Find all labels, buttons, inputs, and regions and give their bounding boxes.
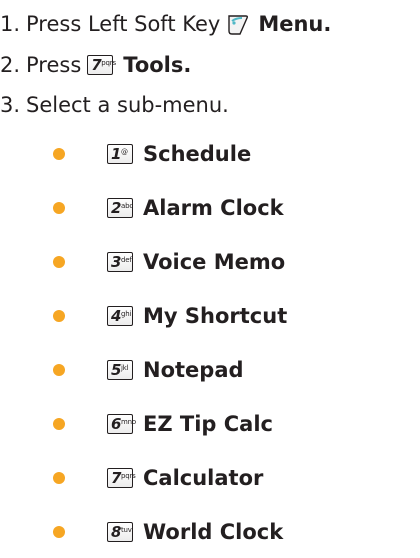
step-text: Press: [26, 53, 82, 77]
key-6-icon: 6 mno: [107, 414, 136, 434]
submenu-item-my-shortcut: 4 ghi My Shortcut: [53, 302, 287, 330]
submenu-label: Schedule: [143, 142, 252, 166]
bullet-icon: [53, 472, 65, 484]
key-8-icon: 8 tuv: [107, 522, 133, 542]
step-action: Tools.: [123, 53, 192, 77]
left-soft-key-icon: [228, 15, 249, 35]
submenu-item-alarm-clock: 2 abc Alarm Clock: [53, 194, 284, 222]
step-text: Select a sub-menu.: [26, 93, 229, 117]
submenu-item-world-clock: 8 tuv World Clock: [53, 518, 283, 546]
bullet-icon: [53, 364, 65, 376]
step-number: 3.: [0, 93, 21, 117]
submenu-label: EZ Tip Calc: [143, 412, 273, 436]
step-number: 1.: [0, 12, 21, 36]
key-7-icon: 7 pqrs: [107, 468, 136, 488]
step-1: 1. Press Left Soft Key Menu.: [0, 10, 331, 38]
submenu-label: Alarm Clock: [143, 196, 284, 220]
bullet-icon: [53, 418, 65, 430]
key-1-icon: 1 @: [107, 144, 133, 164]
submenu-label: Calculator: [143, 466, 264, 490]
submenu-item-ez-tip-calc: 6 mno EZ Tip Calc: [53, 410, 273, 438]
submenu-item-notepad: 5 jkl Notepad: [53, 356, 244, 384]
step-3: 3. Select a sub-menu.: [0, 91, 235, 119]
submenu-label: Notepad: [143, 358, 244, 382]
submenu-label: World Clock: [143, 520, 284, 544]
key-3-icon: 3 def: [107, 252, 133, 272]
step-2: 2. Press 7 pqrs Tools.: [0, 51, 191, 79]
step-text: Press Left Soft Key: [26, 12, 221, 36]
key-4-icon: 4 ghi: [107, 306, 133, 326]
bullet-icon: [53, 202, 65, 214]
step-number: 2.: [0, 53, 21, 77]
submenu-item-calculator: 7 pqrs Calculator: [53, 464, 263, 492]
bullet-icon: [53, 256, 65, 268]
key-7-icon: 7 pqrs: [87, 55, 116, 75]
submenu-label: My Shortcut: [143, 304, 288, 328]
bullet-icon: [53, 526, 65, 538]
submenu-item-voice-memo: 3 def Voice Memo: [53, 248, 285, 276]
submenu-label: Voice Memo: [143, 250, 286, 274]
bullet-icon: [53, 310, 65, 322]
key-5-icon: 5 jkl: [107, 360, 133, 380]
key-2-icon: 2 abc: [107, 198, 133, 218]
submenu-item-schedule: 1 @ Schedule: [53, 140, 251, 168]
bullet-icon: [53, 148, 65, 160]
step-action: Menu.: [258, 12, 332, 36]
